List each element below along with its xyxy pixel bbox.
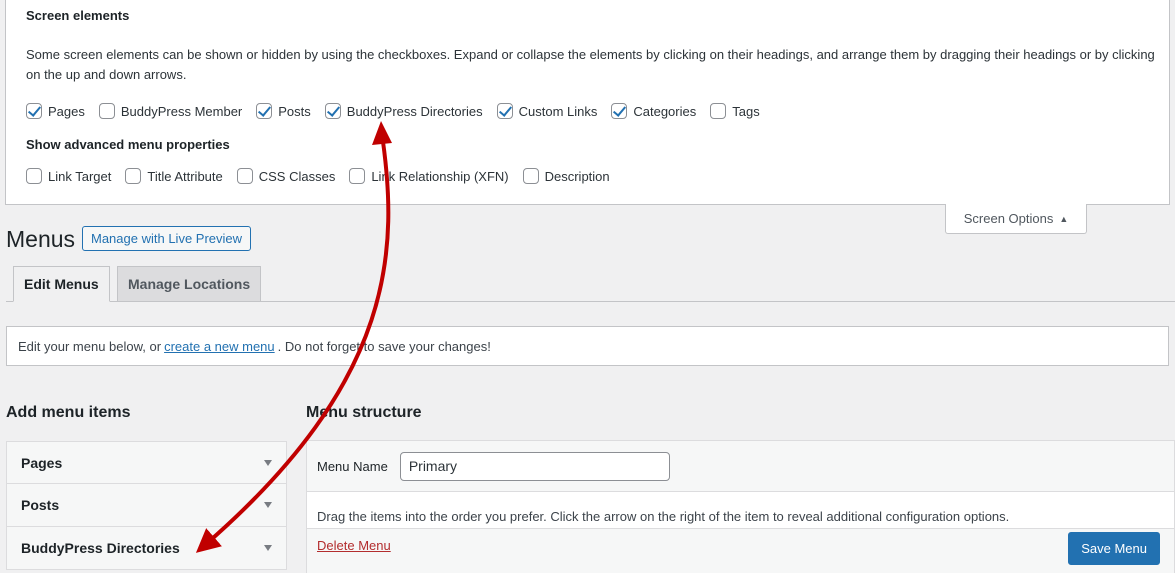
screen-options-panel: Screen elements Some screen elements can… xyxy=(5,0,1170,205)
manage-live-preview-button[interactable]: Manage with Live Preview xyxy=(82,226,252,251)
checkbox-box[interactable] xyxy=(496,103,513,119)
accordion-label: Posts xyxy=(21,497,60,513)
checkbox-label: Link Target xyxy=(48,168,112,184)
checkbox-description[interactable]: Description xyxy=(522,168,610,184)
menu-name-label: Menu Name xyxy=(317,458,388,474)
page-title: Menus xyxy=(6,226,76,252)
checkbox-label: BuddyPress Directories xyxy=(346,103,483,119)
accordion-item-buddypress-directories[interactable]: BuddyPress Directories xyxy=(6,527,287,570)
tab-manage-locations[interactable]: Manage Locations xyxy=(117,266,262,302)
advanced-properties-checkboxes: Link Target Title Attribute CSS Classes … xyxy=(26,168,624,184)
checkbox-box[interactable] xyxy=(236,168,253,184)
menu-name-row: Menu Name xyxy=(307,441,1174,492)
checkbox-label: Pages xyxy=(48,103,85,119)
accordion-label: Pages xyxy=(21,454,63,471)
checkbox-box[interactable] xyxy=(98,103,115,119)
checkbox-label: Custom Links xyxy=(518,103,598,119)
checkbox-pages[interactable]: Pages xyxy=(26,103,85,119)
accordion-item-pages[interactable]: Pages xyxy=(6,441,287,484)
delete-menu-link[interactable]: Delete Menu xyxy=(317,538,391,553)
tab-edit-menus[interactable]: Edit Menus xyxy=(13,266,110,302)
screen-options-label: Screen Options xyxy=(963,211,1054,226)
checkbox-categories[interactable]: Categories xyxy=(611,103,696,119)
menu-name-input[interactable] xyxy=(399,451,670,481)
add-menu-items-title: Add menu items xyxy=(6,404,131,421)
drag-instructions: Drag the items into the order you prefer… xyxy=(317,509,1010,524)
checkbox-css-classes[interactable]: CSS Classes xyxy=(236,168,336,184)
save-menu-button[interactable]: Save Menu xyxy=(1068,532,1160,565)
checkbox-box[interactable] xyxy=(26,168,42,184)
checkbox-link-relationship[interactable]: Link Relationship (XFN) xyxy=(349,168,509,184)
checkbox-label: Categories xyxy=(633,103,697,119)
checkbox-box[interactable] xyxy=(125,168,142,184)
screen-elements-title: Screen elements xyxy=(26,8,130,23)
checkbox-label: Link Relationship (XFN) xyxy=(371,168,509,184)
checkbox-box[interactable] xyxy=(26,103,42,119)
chevron-down-icon xyxy=(264,502,272,508)
checkbox-buddypress-directories[interactable]: BuddyPress Directories xyxy=(324,103,483,119)
checkbox-label: Tags xyxy=(732,103,760,119)
accordion-item-posts[interactable]: Posts xyxy=(6,484,287,527)
menu-footer-bar: Delete Menu Save Menu xyxy=(306,528,1175,573)
checkbox-buddypress-member[interactable]: BuddyPress Member xyxy=(98,103,243,119)
checkbox-posts[interactable]: Posts xyxy=(256,103,311,119)
accordion-label: BuddyPress Directories xyxy=(21,540,180,556)
checkbox-label: CSS Classes xyxy=(258,168,336,184)
checkbox-box[interactable] xyxy=(349,168,366,184)
caret-up-icon: ▲ xyxy=(1059,213,1069,224)
notice-text-before: Edit your menu below, or xyxy=(18,338,162,354)
screen-elements-description: Some screen elements can be shown or hid… xyxy=(26,47,1155,82)
checkbox-label: BuddyPress Member xyxy=(120,103,243,119)
checkbox-link-target[interactable]: Link Target xyxy=(26,168,111,184)
screen-options-toggle[interactable]: Screen Options ▲ xyxy=(945,204,1087,234)
info-notice: Edit your menu below, or create a new me… xyxy=(6,326,1169,366)
checkbox-label: Description xyxy=(544,168,610,184)
checkbox-label: Posts xyxy=(278,103,311,119)
checkbox-label: Title Attribute xyxy=(147,168,223,184)
chevron-down-icon xyxy=(264,459,272,466)
checkbox-custom-links[interactable]: Custom Links xyxy=(496,103,598,119)
advanced-properties-title: Show advanced menu properties xyxy=(26,137,230,152)
checkbox-box[interactable] xyxy=(256,103,273,119)
create-new-menu-link[interactable]: create a new menu xyxy=(164,339,275,354)
add-menu-items-accordion: Pages Posts BuddyPress Directories xyxy=(6,441,287,570)
notice-text-after: . Do not forget to save your changes! xyxy=(277,338,491,354)
chevron-down-icon xyxy=(264,545,272,551)
checkbox-box[interactable] xyxy=(324,103,341,119)
checkbox-box[interactable] xyxy=(710,103,727,119)
checkbox-tags[interactable]: Tags xyxy=(710,103,760,119)
checkbox-box[interactable] xyxy=(611,103,628,119)
menu-structure-title: Menu structure xyxy=(306,404,422,421)
screen-elements-checkboxes: Pages BuddyPress Member Posts BuddyPress… xyxy=(26,103,774,119)
checkbox-box[interactable] xyxy=(522,168,539,184)
checkbox-title-attribute[interactable]: Title Attribute xyxy=(125,168,223,184)
